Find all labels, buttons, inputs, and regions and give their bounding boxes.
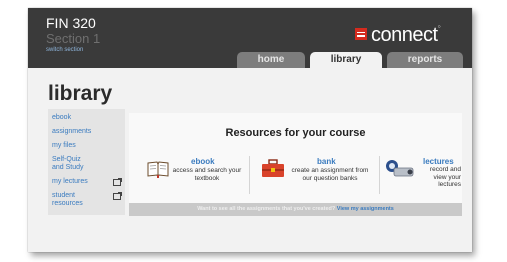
promo-bar: Want to see all the assignments that you… [129,203,462,216]
tab-reports[interactable]: reports [387,52,463,68]
library-page: library ebook assignments my files Self-… [28,68,472,252]
sidebar-item-ebook[interactable]: ebook [48,112,125,126]
header-bar: FIN 320 Section 1 switch section connect… [28,8,472,68]
tab-library[interactable]: library [310,52,382,68]
connect-logo: connect○ [355,24,441,47]
resource-lectures-link[interactable]: lectures [423,157,454,166]
page-title: library [48,82,113,105]
resource-bank-link[interactable]: bank [317,157,336,166]
sidebar-item-label: Self-Quiz and Study [52,156,84,171]
course-section: Section 1 [46,31,101,46]
sidebar-item-student-resources[interactable]: student resources [48,190,125,212]
sidebar-item-label: assignments [52,128,92,135]
open-book-icon [147,161,169,178]
sidebar-item-label: ebook [52,114,72,121]
projector-icon [386,160,414,177]
resources-panel: Resources for your course ebook access a… [129,113,462,216]
external-link-icon [113,178,122,186]
sidebar-item-assignments[interactable]: assignments [48,126,125,140]
app-window: FIN 320 Section 1 switch section connect… [28,8,472,252]
sidebar-item-label: my files [52,142,76,149]
external-link-icon [113,192,122,200]
view-my-assignments-link[interactable]: View my assignments [337,206,394,212]
resources-title: Resources for your course [225,127,366,139]
sidebar-item-label: student resources [52,192,83,207]
resource-ebook-link[interactable]: ebook [191,157,215,166]
sidebar-item-my-files[interactable]: my files [48,140,125,154]
switch-section-link[interactable]: switch section [46,47,83,53]
course-code: FIN 320 [46,15,96,31]
library-sidebar: ebook assignments my files Self-Quiz and… [48,109,125,215]
sidebar-item-self-quiz[interactable]: Self-Quiz and Study [48,154,125,176]
sidebar-item-label: my lectures [52,178,88,185]
sidebar-item-my-lectures[interactable]: my lectures [48,176,125,190]
connect-logo-text: connect [371,24,438,46]
resource-lectures-desc: record and view your lectures [429,166,461,188]
toolbox-icon [262,159,284,177]
promo-text: Want to see all the assignments that you… [197,206,336,212]
resource-bank-desc: create an assignment from our question b… [291,167,369,182]
resources-content: Resources for your course ebook access a… [129,113,462,203]
resource-divider [379,156,380,194]
resource-divider [249,156,250,194]
tab-home[interactable]: home [237,52,305,68]
connect-logo-mark-icon [355,28,367,40]
resource-ebook-desc: access and search your textbook [172,167,242,182]
